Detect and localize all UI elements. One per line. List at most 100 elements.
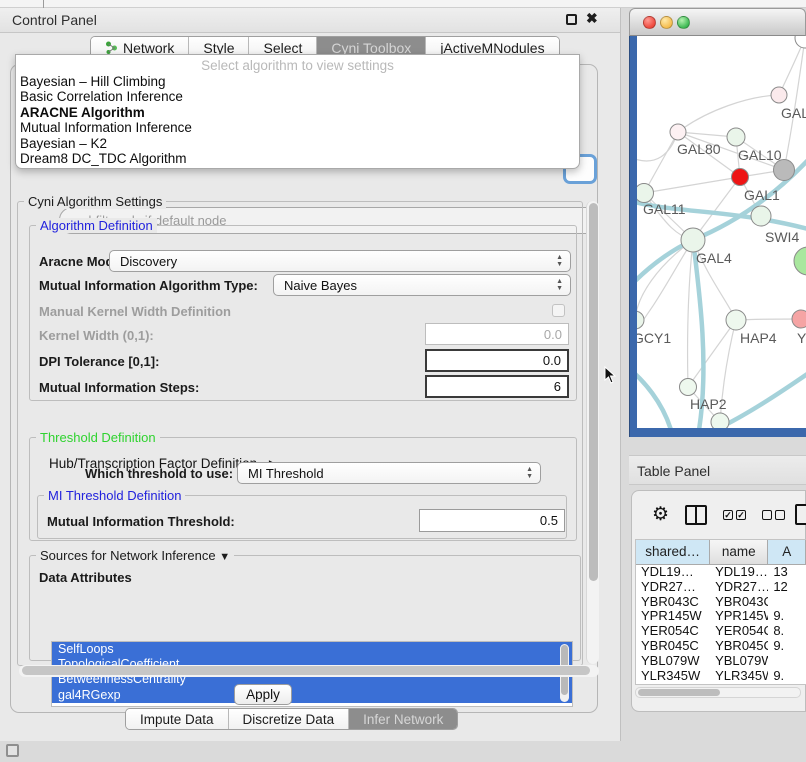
network-canvas[interactable]: GALGAL80GAL10GAL1GAL11SWI4GAL4GCY1HAP4YH… [637, 36, 806, 428]
table-cell: 13 [768, 565, 806, 580]
network-node[interactable] [774, 160, 795, 181]
dropdown-item[interactable]: Bayesian – Hill Climbing [16, 74, 579, 89]
gear-icon[interactable]: ⚙ [652, 505, 669, 525]
scrollbar-thumb[interactable] [589, 203, 598, 581]
collapsed-panel-icon[interactable] [6, 744, 19, 757]
scrollbar-thumb[interactable] [638, 689, 720, 696]
column-header[interactable]: name [710, 540, 768, 565]
network-node-gal[interactable] [771, 87, 787, 103]
network-graph: GALGAL80GAL10GAL1GAL11SWI4GAL4GCY1HAP4YH… [637, 36, 806, 428]
network-node-gcy1[interactable] [637, 311, 644, 329]
kernel-width-field[interactable]: 0.0 [425, 323, 569, 345]
node-label: GAL11 [643, 201, 686, 217]
table-cell: 8. [768, 624, 806, 639]
network-node-gal80[interactable] [670, 124, 686, 140]
close-traffic-light-icon[interactable] [643, 16, 656, 29]
which-threshold-combo[interactable]: MI Threshold ▲▼ [237, 462, 541, 484]
table-row[interactable]: YIL052CYIL052C9 [636, 683, 806, 685]
table-row[interactable]: YBR045CYBR045C9. [636, 639, 806, 654]
node-label: GAL [781, 105, 806, 121]
apply-button[interactable]: Apply [234, 684, 292, 705]
algorithm-dropdown: Select algorithm to view settings Bayesi… [15, 54, 580, 169]
dropdown-item[interactable]: Basic Correlation Inference [16, 89, 579, 104]
column-header[interactable]: A [768, 540, 806, 565]
group-title: Algorithm Definition [36, 218, 157, 233]
manual-kernel-checkbox[interactable] [552, 304, 565, 317]
table-row[interactable]: YER054CYER054C8. [636, 624, 806, 639]
settings-scrollbar[interactable] [586, 201, 599, 664]
zoom-traffic-light-icon[interactable] [677, 16, 690, 29]
settings-hscrollbar[interactable] [19, 665, 599, 677]
table-header: shared…nameA [636, 540, 806, 565]
network-node-gal4[interactable] [681, 228, 705, 252]
network-node-swi4[interactable] [751, 206, 771, 226]
mi-threshold-field[interactable]: 0.5 [419, 509, 565, 532]
screen: Control Panel ✖ NetworkStyleSelectCyni T… [0, 0, 806, 762]
columns-icon[interactable] [685, 505, 707, 525]
attribute-item[interactable]: gal4RGexp [52, 688, 572, 703]
network-node-hap2[interactable] [680, 379, 697, 396]
network-node[interactable] [795, 36, 806, 48]
aracne-mode-combo[interactable]: Discovery ▲▼ [109, 250, 571, 272]
mi-steps-field[interactable]: 6 [425, 375, 569, 398]
dropdown-item[interactable]: ARACNE Algorithm [16, 105, 579, 120]
mi-algorithm-type-combo[interactable]: Naive Bayes ▲▼ [273, 274, 571, 296]
network-node-gal11[interactable] [637, 184, 654, 203]
unchecked-pair-icon[interactable] [762, 510, 785, 520]
group-title: Cyni Algorithm Settings [24, 194, 166, 209]
tab-impute-data[interactable]: Impute Data [126, 709, 229, 729]
table-cell: 9. [768, 669, 806, 684]
node-label: GAL80 [677, 141, 721, 157]
group-title: Sources for Network Inference ▼ [36, 548, 234, 563]
node-label: GAL10 [738, 147, 782, 163]
node-label: SWI4 [765, 229, 799, 245]
table-row[interactable]: YBR043CYBR043C [636, 595, 806, 610]
table-cell: YPR145W [636, 609, 710, 624]
tab-infer-network[interactable]: Infer Network [349, 709, 457, 729]
table-panel-titlebar: Table Panel [629, 455, 806, 485]
close-icon[interactable]: ✖ [586, 10, 598, 27]
node-label: GAL4 [696, 250, 732, 266]
table-row[interactable]: YBL079WYBL079W [636, 654, 806, 669]
checked-pair-icon[interactable]: ✓✓ [723, 510, 746, 520]
table-row[interactable]: YPR145WYPR145W9. [636, 609, 806, 624]
manual-kernel-label: Manual Kernel Width Definition [39, 304, 231, 319]
table-row[interactable]: YDL19…YDL19…13 [636, 565, 806, 580]
network-node-gal1[interactable] [732, 169, 749, 186]
minimize-traffic-light-icon[interactable] [660, 16, 673, 29]
network-window-titlebar[interactable] [629, 8, 806, 36]
network-node-hap4[interactable] [726, 310, 746, 330]
scrollbar-thumb[interactable] [22, 666, 590, 675]
mi-steps-value: 6 [554, 379, 561, 394]
group-title: MI Threshold Definition [44, 488, 185, 503]
network-edge-thick [637, 364, 671, 428]
network-node-gal10[interactable] [727, 128, 745, 146]
network-node[interactable] [711, 413, 729, 428]
dropdown-item[interactable]: Dream8 DC_TDC Algorithm [16, 151, 579, 166]
dropdown-item[interactable]: Bayesian – K2 [16, 136, 579, 151]
dropdown-item[interactable]: Mutual Information Inference [16, 120, 579, 135]
document-icon[interactable] [795, 504, 806, 525]
table-cell: YBR043C [710, 595, 768, 610]
collapse-arrow-icon[interactable]: ▼ [219, 551, 230, 563]
table-cell: 9 [768, 683, 806, 685]
attribute-item[interactable]: SelfLoops [52, 642, 572, 657]
node-label: HAP4 [740, 330, 777, 346]
table-cell: YBR045C [636, 639, 710, 654]
dpi-tolerance-field[interactable]: 0.0 [425, 349, 569, 372]
float-panel-icon[interactable] [566, 14, 577, 25]
network-node-y[interactable] [792, 310, 806, 328]
network-edge [688, 240, 693, 387]
table-cell [768, 654, 806, 669]
table-hscrollbar[interactable] [635, 687, 801, 698]
node-label: GCY1 [637, 330, 671, 346]
table-row[interactable]: YLR345WYLR345W9. [636, 669, 806, 684]
table-cell: YDR27… [636, 580, 710, 595]
table-row[interactable]: YDR27…YDR27…12 [636, 580, 806, 595]
mi-type-label: Mutual Information Algorithm Type: [39, 278, 258, 293]
table-toolbar: ⚙ ✓✓ [632, 499, 805, 531]
mouse-cursor [604, 366, 618, 384]
column-header[interactable]: shared… [636, 540, 710, 565]
network-node[interactable] [794, 247, 806, 275]
tab-discretize-data[interactable]: Discretize Data [229, 709, 350, 729]
